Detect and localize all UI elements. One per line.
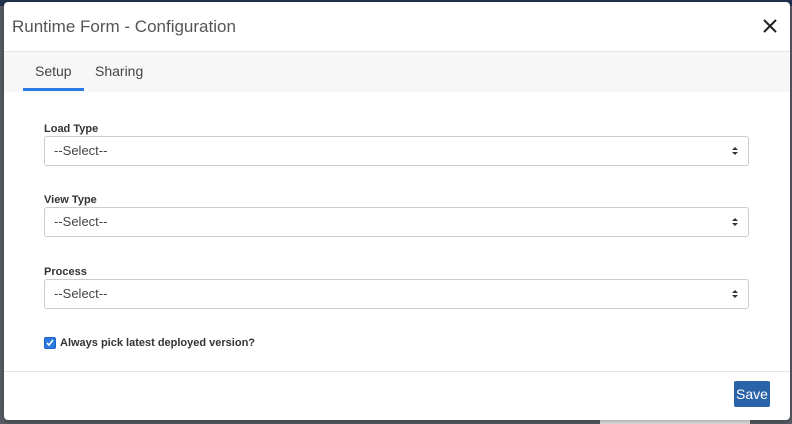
process-field: Process --Select-- bbox=[44, 265, 749, 309]
close-icon bbox=[763, 19, 777, 33]
view-type-field: View Type --Select-- bbox=[44, 193, 749, 237]
view-type-select[interactable]: --Select-- bbox=[44, 207, 749, 237]
latest-version-label: Always pick latest deployed version? bbox=[60, 337, 256, 349]
process-value: --Select-- bbox=[54, 286, 108, 301]
tab-setup[interactable]: Setup bbox=[23, 52, 84, 91]
checkmark-icon bbox=[46, 339, 54, 347]
process-select[interactable]: --Select-- bbox=[44, 279, 749, 309]
sort-arrows-icon bbox=[732, 290, 738, 298]
tab-sharing[interactable]: Sharing bbox=[83, 52, 155, 90]
process-label: Process bbox=[44, 266, 87, 278]
view-type-label: View Type bbox=[44, 194, 97, 206]
dialog-header: Runtime Form - Configuration bbox=[4, 2, 790, 52]
load-type-field: Load Type --Select-- bbox=[44, 122, 749, 166]
sort-arrows-icon bbox=[732, 147, 738, 155]
dialog-footer: Save bbox=[4, 371, 790, 420]
tab-bar: Setup Sharing bbox=[4, 52, 790, 92]
sort-arrows-icon bbox=[732, 218, 738, 226]
dialog-title: Runtime Form - Configuration bbox=[12, 17, 236, 36]
latest-version-checkbox[interactable] bbox=[44, 337, 56, 349]
load-type-label: Load Type bbox=[44, 123, 99, 135]
latest-version-row: Always pick latest deployed version? bbox=[44, 335, 255, 351]
view-type-value: --Select-- bbox=[54, 214, 108, 229]
load-type-select[interactable]: --Select-- bbox=[44, 136, 749, 166]
close-button[interactable] bbox=[760, 16, 780, 36]
save-button[interactable]: Save bbox=[734, 381, 770, 407]
configuration-dialog: Runtime Form - Configuration Setup Shari… bbox=[4, 2, 790, 420]
load-type-value: --Select-- bbox=[54, 143, 108, 158]
